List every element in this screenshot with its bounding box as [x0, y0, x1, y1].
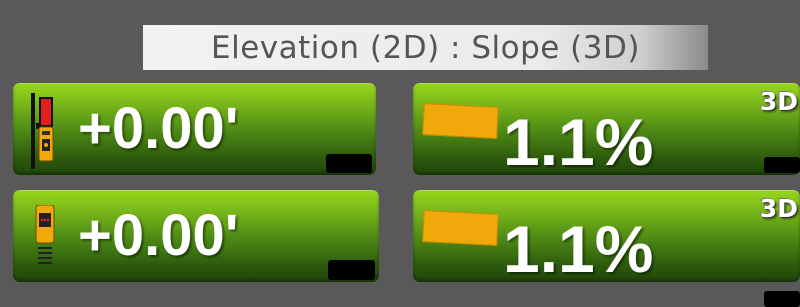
rod-laser-receiver-icon — [27, 93, 57, 169]
status-indicator — [328, 260, 375, 280]
mode-3d-badge: 3D — [759, 87, 798, 116]
elevation-value: +0.00' — [78, 96, 239, 161]
status-indicator — [326, 154, 372, 173]
mode-3d-badge: 3D — [759, 194, 798, 223]
status-indicator — [764, 157, 800, 173]
page-title: Elevation (2D) : Slope (3D) — [211, 29, 640, 66]
slope-bar-icon — [422, 103, 499, 139]
title-banner: Elevation (2D) : Slope (3D) — [143, 25, 708, 70]
slope-value: 1.1% — [503, 105, 654, 179]
status-indicator — [764, 291, 800, 307]
slope-value: 1.1% — [503, 212, 654, 286]
elevation-panel-1[interactable]: +0.00' — [13, 83, 376, 175]
slope-panel-1[interactable]: 1.1% 3D — [413, 83, 800, 175]
slope-bar-icon — [422, 210, 499, 246]
elevation-value: +0.00' — [78, 203, 239, 268]
slope-panel-2[interactable]: 1.1% 3D — [413, 190, 800, 307]
elevation-panel-2[interactable]: +0.00' — [13, 190, 379, 282]
receiver-unit-icon — [35, 204, 55, 269]
